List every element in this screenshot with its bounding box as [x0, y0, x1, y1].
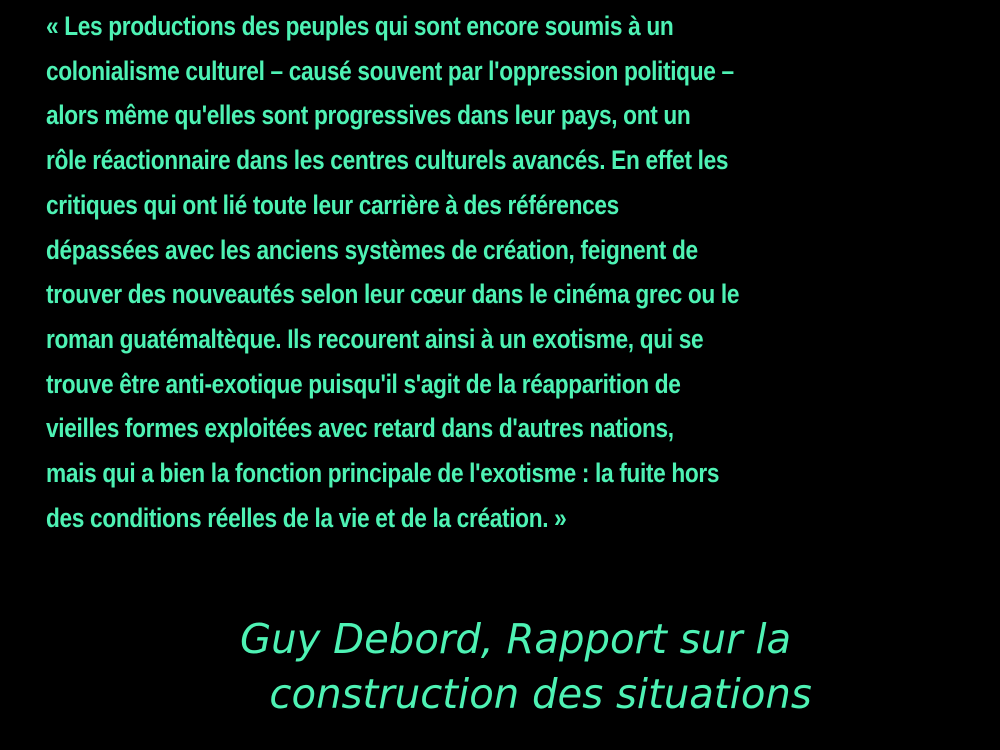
quote-line: trouve être anti-exotique puisqu'il s'ag… [46, 368, 681, 399]
quote-line: « Les productions des peuples qui sont e… [46, 11, 674, 41]
quote-line: critiques qui ont lié toute leur carrièr… [46, 189, 619, 220]
quote-line: alors même qu'elles sont progressives da… [46, 100, 691, 131]
attribution-line: Guy Debord, Rapport sur la [240, 615, 792, 663]
quote-line: trouver des nouveautés selon leur cœur d… [46, 279, 740, 310]
quote-line: vieilles formes exploitées avec retard d… [46, 413, 674, 444]
attribution: Guy Debord, Rapport sur la construction … [240, 612, 880, 722]
quote-line: des conditions réelles de la vie et de l… [46, 502, 567, 533]
quote-line: roman guatémaltèque. Ils recourent ainsi… [46, 323, 704, 354]
quote-line: dépassées avec les anciens systèmes de c… [46, 234, 698, 265]
quote-line: rôle réactionnaire dans les centres cult… [46, 145, 729, 176]
quote-text: « Les productions des peuples qui sont e… [46, 4, 976, 540]
slide: « Les productions des peuples qui sont e… [0, 0, 1000, 750]
quote-line: colonialisme culturel – causé souvent pa… [46, 55, 734, 86]
attribution-line: construction des situations [269, 670, 812, 718]
quote-line: mais qui a bien la fonction principale d… [46, 458, 720, 489]
